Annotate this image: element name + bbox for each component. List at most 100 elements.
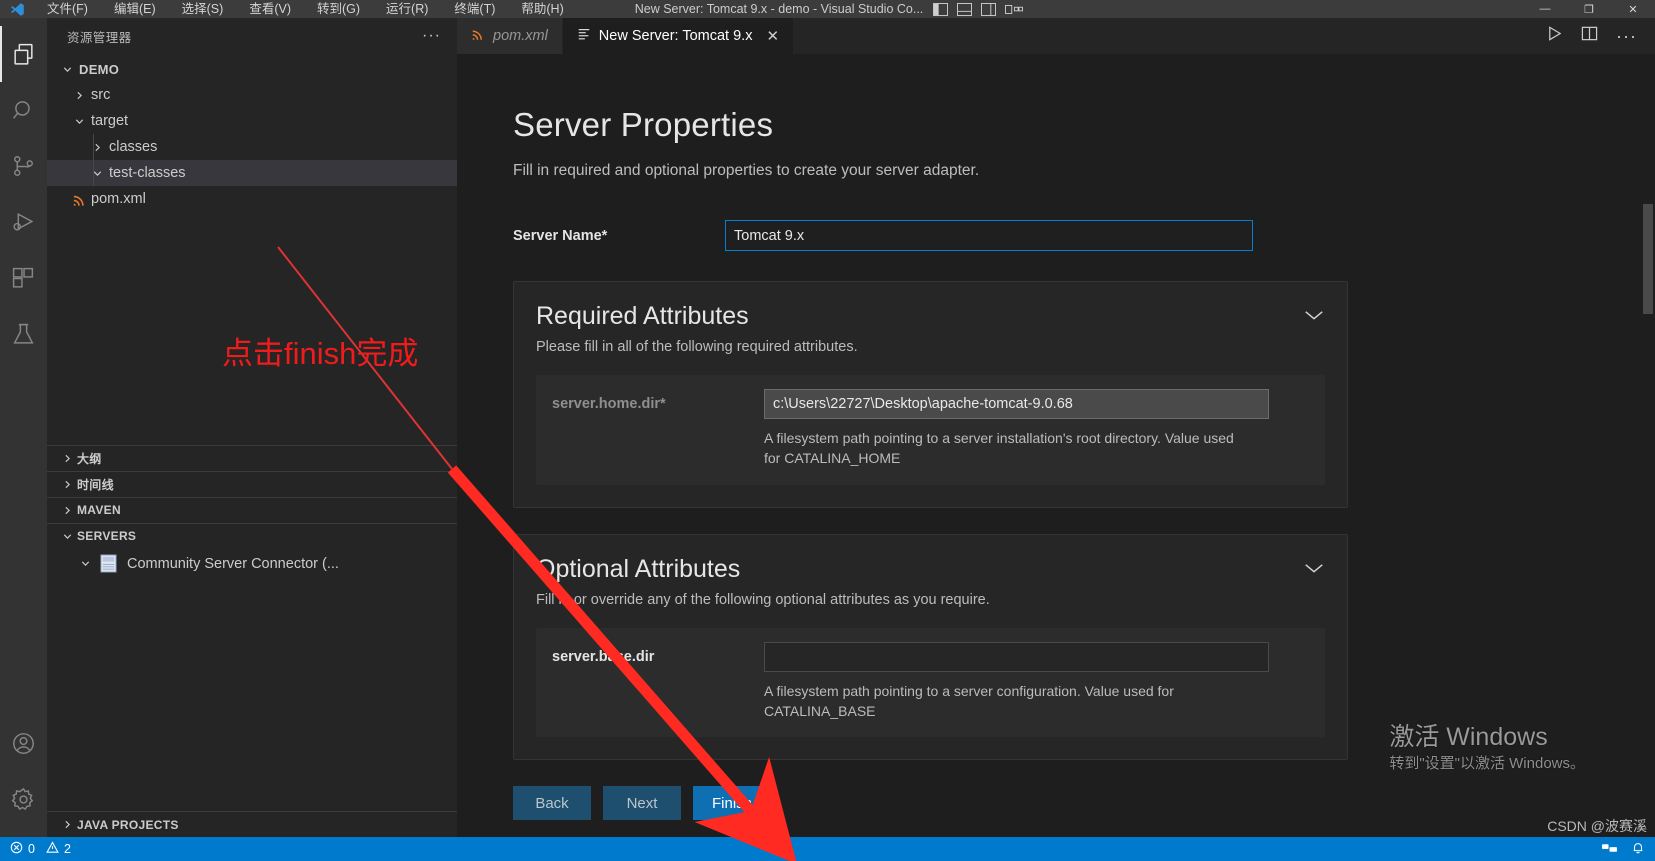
explorer-icon[interactable] (0, 26, 47, 82)
server-item-label: Community Server Connector (... (127, 555, 339, 572)
sidebar-section-servers[interactable]: SERVERS (47, 522, 457, 549)
window-title: New Server: Tomcat 9.x - demo - Visual S… (634, 2, 924, 16)
chevron-right-icon[interactable] (57, 479, 77, 490)
menu-file[interactable]: 文件(F) (34, 0, 101, 18)
split-editor-icon[interactable] (1581, 25, 1598, 47)
tab-pom-xml[interactable]: pom.xml (457, 18, 563, 54)
accounts-icon[interactable] (0, 715, 47, 771)
tab-label: New Server: Tomcat 9.x (598, 28, 753, 44)
run-and-debug-icon[interactable] (0, 194, 47, 250)
finish-button[interactable]: Finish (693, 786, 771, 821)
settings-gear-icon[interactable] (0, 771, 47, 827)
tree-item-pom-xml[interactable]: pom.xml (47, 186, 457, 212)
minimize-icon[interactable]: — (1523, 0, 1567, 18)
editor-scrollbar[interactable] (1643, 204, 1653, 314)
server-properties-form: Server Properties Fill in required and o… (457, 54, 1655, 837)
remote-window-icon[interactable] (1602, 841, 1617, 858)
tree-item-label: DEMO (79, 61, 120, 77)
chevron-down-icon[interactable] (69, 116, 89, 127)
panel-right-icon[interactable] (981, 2, 997, 16)
title-bar: 文件(F) 编辑(E) 选择(S) 查看(V) 转到(G) 运行(R) 终端(T… (0, 0, 1655, 18)
menu-help[interactable]: 帮助(H) (508, 0, 576, 18)
optional-attributes-card: Optional Attributes Fill in or override … (513, 533, 1348, 761)
chevron-down-icon[interactable] (75, 558, 95, 569)
search-icon[interactable] (0, 82, 47, 138)
sidebar-section-java-projects[interactable]: JAVA PROJECTS (47, 811, 457, 837)
tree-item-demo[interactable]: DEMO (47, 56, 457, 82)
run-icon[interactable] (1546, 25, 1563, 47)
menu-go[interactable]: 转到(G) (304, 0, 373, 18)
menu-terminal[interactable]: 终端(T) (441, 0, 508, 18)
extensions-icon[interactable] (0, 250, 47, 306)
editor-area: pom.xml New Server: Tomcat 9.x ✕ ··· Ser… (457, 18, 1655, 837)
tree-item-src[interactable]: src (47, 82, 457, 108)
tab-new-server-tomcat[interactable]: New Server: Tomcat 9.x ✕ (562, 18, 795, 54)
lines-icon (577, 27, 591, 45)
menu-run[interactable]: 运行(R) (373, 0, 441, 18)
maximize-icon[interactable]: ❐ (1567, 0, 1611, 18)
file-tree: DEMO src target classes test-classes pom… (47, 54, 457, 212)
attribute-server-base-dir: server.base.dir A filesystem path pointi… (536, 627, 1325, 738)
sidebar-section-maven[interactable]: MAVEN (47, 496, 457, 523)
server-item-community-connector[interactable]: Community Server Connector (... (47, 549, 457, 579)
chevron-right-icon[interactable] (57, 819, 77, 830)
chevron-right-icon[interactable] (87, 142, 107, 153)
next-button[interactable]: Next (603, 786, 681, 821)
workbench-body: 资源管理器 ··· DEMO src target classes test-c… (0, 18, 1655, 837)
sidebar-header: 资源管理器 ··· (47, 18, 457, 54)
required-attributes-heading: Required Attributes (536, 302, 749, 330)
close-icon[interactable]: ✕ (766, 29, 779, 44)
menu-view[interactable]: 查看(V) (236, 0, 304, 18)
menu-edit[interactable]: 编辑(E) (101, 0, 169, 18)
customize-layout-icon[interactable] (1005, 3, 1024, 16)
sidebar-more-actions-icon[interactable]: ··· (416, 27, 447, 45)
status-problems[interactable]: 0 2 (10, 841, 71, 857)
server-name-input[interactable] (725, 220, 1253, 251)
back-button[interactable]: Back (513, 786, 591, 821)
chevron-down-icon[interactable] (87, 168, 107, 179)
tree-item-classes[interactable]: classes (47, 134, 457, 160)
chevron-down-icon[interactable] (57, 531, 77, 542)
tab-bar-filler (794, 18, 1529, 54)
panel-left-icon[interactable] (933, 2, 949, 16)
chevron-down-icon[interactable] (57, 64, 77, 75)
testing-icon[interactable] (0, 306, 47, 362)
close-icon[interactable]: ✕ (1611, 0, 1655, 18)
sidebar-section-outline[interactable]: 大纲 (47, 444, 457, 471)
sidebar-section-timeline[interactable]: 时间线 (47, 470, 457, 497)
server-name-row: Server Name* (513, 220, 1655, 251)
source-control-icon[interactable] (0, 138, 47, 194)
sidebar-explorer: 资源管理器 ··· DEMO src target classes test-c… (47, 18, 457, 837)
server-properties-pane: Server Properties Fill in required and o… (457, 54, 1655, 837)
tree-item-label: src (91, 87, 111, 103)
error-circle-icon (10, 841, 23, 857)
activity-bar (0, 18, 47, 837)
xml-file-icon (69, 192, 89, 207)
tree-indent-guide (93, 134, 94, 160)
menu-selection[interactable]: 选择(S) (169, 0, 237, 18)
window-controls[interactable]: — ❐ ✕ (1523, 0, 1655, 18)
tree-item-test-classes[interactable]: test-classes (47, 160, 457, 186)
menu-bar[interactable]: 文件(F) 编辑(E) 选择(S) 查看(V) 转到(G) 运行(R) 终端(T… (34, 0, 577, 18)
tab-label: pom.xml (493, 28, 548, 44)
layout-controls[interactable] (933, 2, 1024, 16)
sidebar-section-label: 大纲 (77, 451, 102, 466)
xml-file-icon (471, 27, 485, 45)
tree-item-label: target (91, 113, 129, 129)
chevron-right-icon[interactable] (57, 505, 77, 516)
error-count: 0 (28, 842, 35, 856)
attribute-server-home-dir: server.home.dir* c:\Users\22727\Desktop\… (536, 375, 1325, 485)
chevron-down-icon[interactable] (1303, 308, 1325, 327)
chevron-down-icon[interactable] (1303, 561, 1325, 580)
optional-attributes-description: Fill in or override any of the following… (536, 591, 990, 608)
more-actions-icon[interactable]: ··· (1616, 27, 1637, 45)
panel-bottom-icon[interactable] (957, 2, 973, 16)
notifications-bell-icon[interactable] (1631, 841, 1645, 858)
editor-tab-bar: pom.xml New Server: Tomcat 9.x ✕ ··· (457, 18, 1655, 54)
chevron-right-icon[interactable] (69, 90, 89, 101)
vscode-logo-icon (0, 0, 34, 18)
server-home-dir-input[interactable]: c:\Users\22727\Desktop\apache-tomcat-9.0… (764, 389, 1269, 419)
chevron-right-icon[interactable] (57, 453, 77, 464)
server-base-dir-input[interactable] (764, 641, 1269, 672)
tree-item-target[interactable]: target (47, 108, 457, 134)
